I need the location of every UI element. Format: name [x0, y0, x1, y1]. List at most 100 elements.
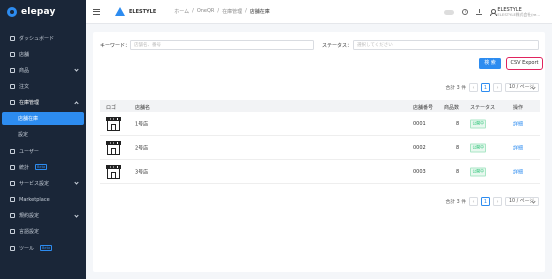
sidebar-subitem-settings[interactable]: 設定 — [0, 127, 86, 143]
org-logo-icon — [115, 7, 125, 16]
keyword-label: キーワード： — [100, 43, 131, 49]
sidebar-subitem-store-stock[interactable]: 店舗在庫 — [2, 112, 84, 126]
sidebar-item-products[interactable]: 商品 — [0, 62, 86, 78]
inventory-icon — [10, 100, 15, 106]
page-1-button[interactable]: 1 — [481, 82, 490, 92]
store-number: 0001 — [413, 120, 426, 127]
sidebar-item-label: ツール — [19, 245, 35, 252]
detail-link[interactable]: 詳細 — [513, 168, 523, 175]
beta-badge: Beta — [35, 164, 48, 171]
shop-logo-icon — [106, 164, 121, 179]
col-header-number: 店舗番号 — [413, 104, 434, 111]
sidebar-item-language[interactable]: 言語設定 — [0, 224, 86, 240]
sidebar-item-stats[interactable]: 統計 Beta — [0, 159, 86, 175]
total-count: 合計 3 件 — [445, 85, 467, 91]
store-name: 3号店 — [135, 169, 149, 175]
col-header-status: ステータス — [470, 104, 496, 111]
next-page-button[interactable]: › — [493, 196, 502, 206]
shop-logo-icon — [106, 116, 121, 131]
language-icon — [10, 229, 15, 235]
chevron-down-icon — [74, 67, 79, 72]
user-menu[interactable]: ELESTYLE ELESTYLE株式会社(re... — [497, 7, 540, 18]
breadcrumb-separator: / — [245, 8, 247, 14]
breadcrumb-separator: / — [217, 8, 220, 14]
service-icon — [10, 180, 15, 186]
next-page-button[interactable]: › — [493, 82, 502, 92]
breadcrumb-separator: / — [192, 8, 194, 14]
sidebar-item-label: ダッシュボード — [19, 35, 55, 42]
prev-page-button[interactable]: ‹ — [469, 196, 478, 206]
status-badge: 公開中 — [470, 119, 487, 128]
sidebar-item-users[interactable]: ユーザー — [0, 143, 86, 159]
store-table: ロゴ 店舗名 店舗番号 商品数 ステータス 操作 1号店 0001 8 公開中 … — [100, 100, 540, 184]
page-size-select[interactable]: 10 / ページ — [505, 82, 539, 92]
chevron-down-icon — [74, 213, 79, 218]
sidebar-item-label: Marketplace — [19, 196, 50, 203]
sidebar-item-terms[interactable]: 規約設定 — [0, 208, 86, 224]
table-row[interactable]: 1号店 0001 8 公開中 詳細 — [100, 112, 540, 136]
main-content: キーワード： 店舗名、番号 ステータス： 選択してください 検 索 CSV Ex… — [86, 24, 552, 279]
table-row[interactable]: 3号店 0003 8 公開中 詳細 — [100, 160, 540, 184]
sidebar-item-store[interactable]: 店舗 — [0, 46, 86, 62]
csv-export-label: CSV Export — [510, 60, 539, 66]
sidebar-item-label: 商品 — [19, 67, 30, 74]
total-count: 合計 3 件 — [445, 199, 467, 205]
product-count: 8 — [456, 168, 460, 175]
topbar: ELESTYLE ホーム / OneQR / 在庫管理 / 店舗在庫 ? ELE… — [86, 0, 552, 24]
store-number: 0002 — [413, 144, 426, 151]
marketplace-icon — [10, 197, 15, 203]
status-label: ステータス： — [322, 43, 353, 49]
download-icon[interactable] — [476, 9, 483, 15]
pagination-bottom: 合計 3 件 ‹ 1 › 10 / ページ — [445, 196, 539, 206]
csv-export-button[interactable]: CSV Export — [506, 57, 543, 70]
store-name: 2号店 — [135, 145, 149, 151]
menu-toggle-icon[interactable] — [93, 8, 100, 15]
shop-logo-icon — [106, 140, 121, 155]
sidebar-item-inventory[interactable]: 在庫管理 — [0, 95, 86, 111]
user-company: ELESTYLE株式会社(re... — [497, 11, 540, 17]
chevron-down-icon — [74, 180, 79, 185]
brand-name: elepay — [21, 7, 56, 17]
order-icon — [10, 84, 15, 90]
sidebar-item-label: 言語設定 — [19, 229, 40, 236]
sidebar-item-orders[interactable]: 注文 — [0, 79, 86, 95]
status-badge: 公開中 — [470, 143, 487, 152]
sidebar-item-label: サービス設定 — [19, 180, 50, 187]
header-actions: ? ELESTYLE ELESTYLE株式会社(re... — [444, 0, 540, 24]
breadcrumb: ホーム / OneQR / 在庫管理 / 店舗在庫 — [174, 8, 270, 15]
status-badge: 公開中 — [470, 167, 487, 176]
sidebar-item-label: 統計 — [19, 164, 30, 171]
beta-badge: Beta — [40, 245, 53, 252]
sidebar-item-marketplace[interactable]: Marketplace — [0, 192, 86, 208]
page-size-select[interactable]: 10 / ページ — [505, 196, 539, 206]
detail-link[interactable]: 詳細 — [513, 120, 523, 127]
keyword-input[interactable]: 店舗名、番号 — [130, 40, 314, 50]
user-icon — [10, 148, 15, 154]
sidebar-item-dashboard[interactable]: ダッシュボード — [0, 30, 86, 46]
table-header: ロゴ 店舗名 店舗番号 商品数 ステータス 操作 — [100, 100, 540, 112]
breadcrumb-inventory[interactable]: 在庫管理 — [222, 8, 242, 15]
brand[interactable]: elepay — [0, 0, 86, 24]
sidebar-item-tools[interactable]: ツール Beta — [0, 240, 86, 256]
stats-icon — [10, 164, 15, 170]
breadcrumb-home[interactable]: ホーム — [174, 8, 189, 15]
store-icon — [10, 51, 15, 57]
table-row[interactable]: 2号店 0002 8 公開中 詳細 — [100, 136, 540, 160]
page-1-button[interactable]: 1 — [481, 196, 490, 206]
terms-icon — [10, 213, 15, 219]
detail-link[interactable]: 詳細 — [513, 144, 523, 151]
help-icon[interactable]: ? — [462, 9, 469, 15]
breadcrumb-oneqr[interactable]: OneQR — [197, 8, 215, 15]
sidebar-item-label: 店舗 — [19, 51, 30, 58]
sidebar-item-service-settings[interactable]: サービス設定 — [0, 175, 86, 191]
breadcrumb-current: 店舗在庫 — [249, 9, 270, 15]
sidebar: elepay ダッシュボード 店舗 商品 注文 在庫管理 店舗在庫 設定 ユーザ… — [0, 0, 86, 279]
mode-toggle[interactable] — [444, 9, 455, 15]
user-icon[interactable] — [490, 9, 498, 16]
elepay-logo-icon — [7, 7, 17, 17]
col-header-name: 店舗名 — [135, 104, 151, 111]
prev-page-button[interactable]: ‹ — [469, 82, 478, 92]
search-button[interactable]: 検 索 — [479, 58, 501, 69]
status-select[interactable]: 選択してください — [353, 40, 539, 50]
tag-icon — [10, 67, 15, 73]
